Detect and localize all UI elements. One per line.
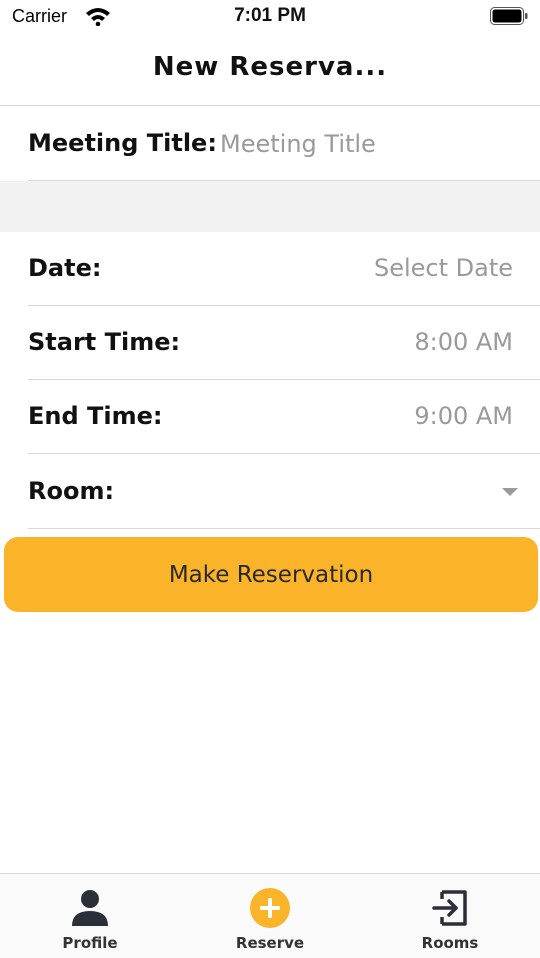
meeting-title-input[interactable]: [220, 127, 510, 161]
tab-rooms-label: Rooms: [421, 934, 479, 952]
battery-icon: [490, 7, 528, 25]
navigation-bar: New Reserva...: [0, 34, 540, 106]
meeting-title-row: Meeting Title:: [28, 107, 540, 181]
section-separator: [0, 181, 540, 232]
status-bar: Carrier 7:01 PM: [0, 0, 540, 34]
status-time: 7:01 PM: [234, 5, 306, 26]
tab-bar: Profile Reserve Rooms: [0, 873, 540, 958]
tab-profile[interactable]: Profile: [0, 874, 180, 958]
tab-rooms[interactable]: Rooms: [360, 874, 540, 958]
date-picker-field[interactable]: Select Date: [374, 254, 513, 282]
dropdown-caret-icon[interactable]: [502, 488, 518, 496]
make-reservation-button[interactable]: Make Reservation: [4, 537, 538, 612]
page-title: New Reserva...: [152, 52, 388, 82]
end-time-label: End Time:: [28, 402, 163, 430]
start-time-row[interactable]: Start Time: 8:00 AM: [28, 306, 540, 380]
end-time-picker[interactable]: 9:00 AM: [414, 402, 513, 430]
enter-icon: [432, 890, 467, 926]
tab-reserve[interactable]: Reserve: [180, 874, 360, 958]
plus-circle-icon: [250, 888, 290, 928]
start-time-label: Start Time:: [28, 328, 181, 356]
end-time-row[interactable]: End Time: 9:00 AM: [28, 380, 540, 454]
tab-reserve-label: Reserve: [235, 934, 305, 952]
tab-profile-label: Profile: [62, 934, 118, 952]
start-time-picker[interactable]: 8:00 AM: [414, 328, 513, 356]
date-row[interactable]: Date: Select Date: [28, 232, 540, 306]
person-icon: [72, 890, 108, 926]
date-label: Date:: [28, 254, 102, 282]
meeting-title-label: Meeting Title:: [28, 129, 217, 157]
room-label: Room:: [28, 477, 115, 505]
room-row[interactable]: Room:: [28, 455, 540, 529]
